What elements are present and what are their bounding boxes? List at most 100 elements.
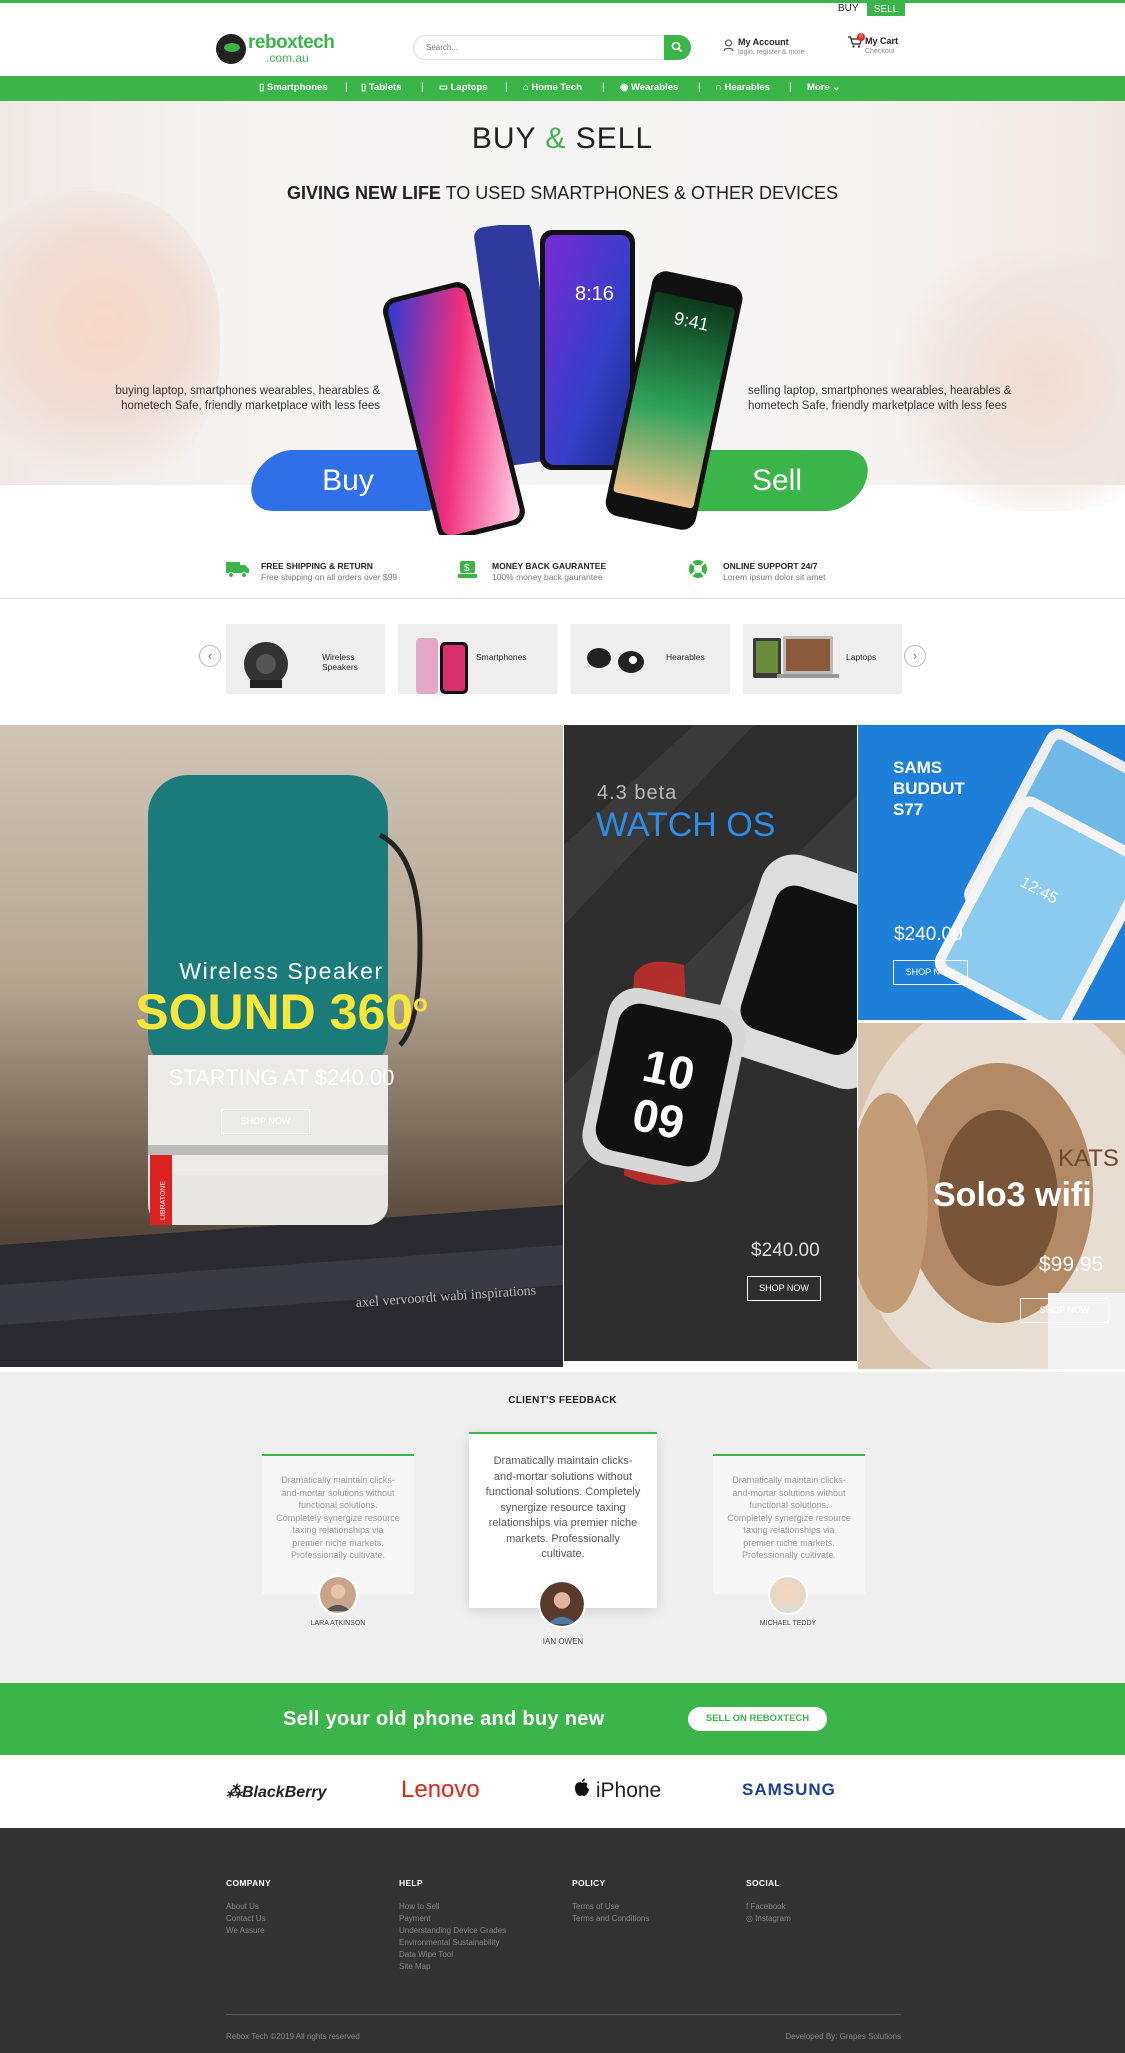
footer-link-site-map[interactable]: Site Map xyxy=(399,1961,506,1973)
truck-icon xyxy=(226,562,249,578)
footer-link-we-assure[interactable]: We Assure xyxy=(226,1925,271,1937)
watch-headline: WATCH OS xyxy=(596,806,776,844)
promo-banners: axel vervoordt wabi inspirations LIBRATO… xyxy=(0,725,1125,1372)
nav-divider: | xyxy=(789,82,792,93)
search-button[interactable] xyxy=(664,35,691,60)
avatar xyxy=(538,1580,586,1628)
svg-text:09: 09 xyxy=(628,1088,689,1150)
smartphone-icon: ▯ xyxy=(259,82,267,93)
brand-blackberry[interactable]: ⁂BlackBerry xyxy=(226,1782,327,1802)
nav-item-laptops[interactable]: ▭ Laptops xyxy=(439,82,488,93)
footer-link-data-wipe[interactable]: Data Wipe Tool xyxy=(399,1949,506,1961)
svg-text:LIBRATONE: LIBRATONE xyxy=(160,1181,167,1220)
carousel-prev-button[interactable]: ‹ xyxy=(199,645,221,667)
watch-icon: ◉ xyxy=(620,82,631,93)
hero-left-photo xyxy=(0,191,220,491)
brand-logos: ⁂BlackBerry Lenovo iPhone SAMSUNG xyxy=(0,1755,1125,1828)
watch-banner[interactable]: 10 09 4.3 beta WATCH OS $240.00 SHOP NOW xyxy=(564,725,857,1361)
category-wireless-speakers[interactable]: Wireless Speakers xyxy=(226,624,385,694)
sell-cta-bar: Sell your old phone and buy new SELL ON … xyxy=(0,1683,1125,1755)
footer-copyright: Rebox Tech ©2019 All rights reserved xyxy=(226,2032,360,2041)
hero-title: BUY & SELL xyxy=(471,122,654,155)
footer-developer-credit: Developed By: Grapes Solutions xyxy=(785,2032,901,2041)
account-subtitle: login, register & more xyxy=(738,49,805,56)
watch-shop-now-button[interactable]: SHOP NOW xyxy=(747,1276,821,1301)
instagram-icon: ◎ xyxy=(746,1914,756,1923)
cart-subtitle: Checkout xyxy=(865,48,895,55)
speaker-shop-now-button[interactable]: SHOP NOW xyxy=(221,1109,310,1134)
category-laptops[interactable]: Laptops xyxy=(743,624,902,694)
footer-company-column: COMPANY About Us Contact Us We Assure xyxy=(226,1878,271,1937)
footer-link-contact-us[interactable]: Contact Us xyxy=(226,1913,271,1925)
sell-on-reboxtech-button[interactable]: SELL ON REBOXTECH xyxy=(688,1707,827,1731)
hero-phones-image: 8:16 9:41 xyxy=(383,225,743,535)
nav-item-home-tech[interactable]: ⌂ Home Tech xyxy=(523,82,582,93)
laptop-icon: ▭ xyxy=(439,82,451,93)
headphones-banner[interactable]: KATS Solo3 wifi $99.95 SHOP NOW xyxy=(858,1023,1125,1369)
cart-count-badge: 0 xyxy=(857,33,865,41)
earbuds-icon xyxy=(587,648,644,673)
topbar-buy-link[interactable]: BUY xyxy=(838,3,859,14)
nav-item-wearables[interactable]: ◉ Wearables xyxy=(620,82,678,93)
nav-item-more[interactable]: More ⌄ xyxy=(807,82,840,93)
speaker-headline: SOUND 360o xyxy=(135,984,428,1040)
speaker-banner[interactable]: axel vervoordt wabi inspirations LIBRATO… xyxy=(0,725,563,1367)
brand-samsung[interactable]: SAMSUNG xyxy=(742,1780,836,1800)
category-hearables[interactable]: Hearables xyxy=(571,624,730,694)
search-input[interactable] xyxy=(426,39,656,56)
search-box xyxy=(413,35,691,60)
user-icon xyxy=(723,39,734,52)
brand-lenovo[interactable]: Lenovo xyxy=(401,1776,480,1804)
footer-link-terms-conditions[interactable]: Terms and Conditions xyxy=(572,1913,649,1925)
topbar-sell-link[interactable]: SELL xyxy=(867,3,905,16)
brand-iphone[interactable]: iPhone xyxy=(574,1778,661,1803)
avatar xyxy=(768,1575,808,1615)
footer-link-sustainability[interactable]: Environmental Sustainability xyxy=(399,1937,506,1949)
tablet-headline: SAMS BUDDUT S77 xyxy=(893,758,965,819)
footer-link-payment[interactable]: Payment xyxy=(399,1913,506,1925)
logo-mark-icon xyxy=(216,34,246,64)
money-icon: $ xyxy=(458,561,477,578)
headphones-headline: Solo3 wifi xyxy=(933,1176,1092,1214)
footer-link-how-to-sell[interactable]: How to Sell xyxy=(399,1901,506,1913)
headphones-kicker: KATS xyxy=(1058,1145,1119,1172)
footer-policy-column: POLICY Terms of Use Terms and Conditions xyxy=(572,1878,650,1925)
footer-divider xyxy=(226,2014,901,2015)
footer-link-device-grades[interactable]: Understanding Device Grades xyxy=(399,1925,506,1937)
tablet-price: $240.00 xyxy=(894,924,963,945)
tablet-shop-now-button[interactable]: SHOP NOW xyxy=(893,960,968,985)
category-carousel: ‹ Wireless Speakers Smartphones Hearables… xyxy=(0,600,1125,725)
footer-link-facebook[interactable]: f Facebook xyxy=(746,1901,791,1913)
category-label: Smartphones xyxy=(476,652,527,662)
client-name: MICHAEL TEDDY xyxy=(759,1620,817,1627)
nav-item-tablets[interactable]: ▯ Tablets xyxy=(361,82,401,93)
category-label: Hearables xyxy=(666,652,705,662)
logo-domain: .com.au xyxy=(266,51,309,65)
site-footer: COMPANY About Us Contact Us We Assure HE… xyxy=(0,1828,1125,2053)
footer-link-terms-of-use[interactable]: Terms of Use xyxy=(572,1901,649,1913)
tablet-icon: ▯ xyxy=(361,82,369,93)
testimonial-card: Dramatically maintain clicks-and-mortar … xyxy=(713,1454,865,1594)
account-title: My Account xyxy=(738,37,789,47)
chevron-left-icon: ‹ xyxy=(207,648,213,663)
tablet-banner[interactable]: 12:45 SAMS BUDDUT S77 $240.00 SHOP NOW xyxy=(858,725,1125,1020)
footer-link-instagram[interactable]: ◎ Instagram xyxy=(746,1913,791,1925)
hero-section: BUY & SELL GIVING NEW LIFE TO USED SMART… xyxy=(0,101,1125,541)
hero-buy-description: buying laptop, smartphones wearables, he… xyxy=(115,385,380,412)
cart-link[interactable]: 0 My Cart Checkout xyxy=(848,33,898,55)
watch-price: $240.00 xyxy=(751,1240,820,1261)
category-smartphones[interactable]: Smartphones xyxy=(398,624,557,694)
footer-link-about-us[interactable]: About Us xyxy=(226,1901,271,1913)
headphones-icon: ∩ xyxy=(715,82,725,93)
nav-item-hearables[interactable]: ∩ Hearables xyxy=(715,82,770,93)
client-name: LARA ATKINSON xyxy=(310,1620,366,1627)
speaker-icon xyxy=(244,642,288,688)
lifebuoy-icon xyxy=(689,560,707,578)
site-logo[interactable]: reboxtech .com.au xyxy=(216,32,336,66)
client-name: IAN OWEN xyxy=(542,1637,584,1646)
carousel-next-button[interactable]: › xyxy=(904,645,926,667)
headphones-shop-now-button[interactable]: SHOP NOW xyxy=(1020,1298,1109,1323)
nav-item-smartphones[interactable]: ▯ Smartphones xyxy=(259,82,328,93)
chevron-down-icon: ⌄ xyxy=(829,82,841,93)
top-strip: BUY SELL xyxy=(0,0,1125,16)
